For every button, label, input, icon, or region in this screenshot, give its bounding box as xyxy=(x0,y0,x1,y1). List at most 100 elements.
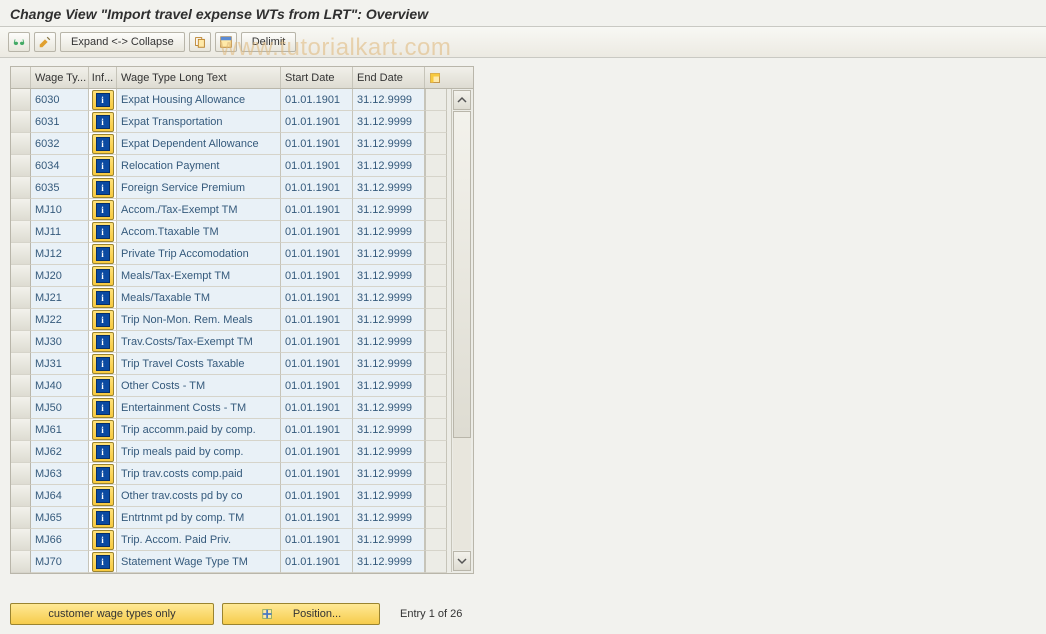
row-selector[interactable] xyxy=(11,287,31,309)
info-button[interactable]: i xyxy=(92,266,114,286)
cell-wage-type[interactable]: MJ64 xyxy=(31,485,89,507)
scroll-down-button[interactable] xyxy=(453,551,471,571)
row-selector[interactable] xyxy=(11,243,31,265)
cell-end-date[interactable]: 31.12.9999 xyxy=(353,221,425,243)
cell-end-date[interactable]: 31.12.9999 xyxy=(353,485,425,507)
info-button[interactable]: i xyxy=(92,332,114,352)
cell-wage-type[interactable]: MJ65 xyxy=(31,507,89,529)
expand-collapse-button[interactable]: Expand <-> Collapse xyxy=(60,32,185,52)
cell-end-date[interactable]: 31.12.9999 xyxy=(353,419,425,441)
cell-long-text[interactable]: Entrtnmt pd by comp. TM xyxy=(117,507,281,529)
cell-wage-type[interactable]: 6034 xyxy=(31,155,89,177)
cell-long-text[interactable]: Expat Transportation xyxy=(117,111,281,133)
cell-wage-type[interactable]: MJ70 xyxy=(31,551,89,573)
header-info[interactable]: Inf... xyxy=(89,67,117,88)
cell-wage-type[interactable]: MJ62 xyxy=(31,441,89,463)
row-selector[interactable] xyxy=(11,309,31,331)
cell-long-text[interactable]: Expat Dependent Allowance xyxy=(117,133,281,155)
cell-start-date[interactable]: 01.01.1901 xyxy=(281,441,353,463)
cell-long-text[interactable]: Meals/Taxable TM xyxy=(117,287,281,309)
row-selector[interactable] xyxy=(11,353,31,375)
cell-start-date[interactable]: 01.01.1901 xyxy=(281,331,353,353)
cell-wage-type[interactable]: MJ30 xyxy=(31,331,89,353)
row-selector[interactable] xyxy=(11,507,31,529)
cell-wage-type[interactable]: MJ61 xyxy=(31,419,89,441)
cell-end-date[interactable]: 31.12.9999 xyxy=(353,89,425,111)
delimit-button[interactable]: Delimit xyxy=(241,32,297,52)
cell-long-text[interactable]: Private Trip Accomodation xyxy=(117,243,281,265)
cell-long-text[interactable]: Meals/Tax-Exempt TM xyxy=(117,265,281,287)
cell-wage-type[interactable]: MJ21 xyxy=(31,287,89,309)
cell-start-date[interactable]: 01.01.1901 xyxy=(281,485,353,507)
info-button[interactable]: i xyxy=(92,156,114,176)
cell-long-text[interactable]: Trip. Accom. Paid Priv. xyxy=(117,529,281,551)
cell-long-text[interactable]: Statement Wage Type TM xyxy=(117,551,281,573)
cell-end-date[interactable]: 31.12.9999 xyxy=(353,397,425,419)
row-selector[interactable] xyxy=(11,463,31,485)
cell-start-date[interactable]: 01.01.1901 xyxy=(281,375,353,397)
info-button[interactable]: i xyxy=(92,244,114,264)
cell-start-date[interactable]: 01.01.1901 xyxy=(281,221,353,243)
cell-wage-type[interactable]: MJ10 xyxy=(31,199,89,221)
cell-start-date[interactable]: 01.01.1901 xyxy=(281,89,353,111)
cell-long-text[interactable]: Trip trav.costs comp.paid xyxy=(117,463,281,485)
cell-end-date[interactable]: 31.12.9999 xyxy=(353,529,425,551)
cell-wage-type[interactable]: MJ12 xyxy=(31,243,89,265)
cell-start-date[interactable]: 01.01.1901 xyxy=(281,353,353,375)
cell-wage-type[interactable]: MJ20 xyxy=(31,265,89,287)
info-button[interactable]: i xyxy=(92,398,114,418)
cell-long-text[interactable]: Foreign Service Premium xyxy=(117,177,281,199)
cell-end-date[interactable]: 31.12.9999 xyxy=(353,265,425,287)
cell-wage-type[interactable]: MJ66 xyxy=(31,529,89,551)
row-selector[interactable] xyxy=(11,375,31,397)
info-button[interactable]: i xyxy=(92,310,114,330)
position-button[interactable]: Position... xyxy=(222,603,380,625)
cell-wage-type[interactable]: MJ31 xyxy=(31,353,89,375)
info-button[interactable]: i xyxy=(92,442,114,462)
header-start-date[interactable]: Start Date xyxy=(281,67,353,88)
row-selector[interactable] xyxy=(11,199,31,221)
info-button[interactable]: i xyxy=(92,530,114,550)
cell-start-date[interactable]: 01.01.1901 xyxy=(281,199,353,221)
cell-start-date[interactable]: 01.01.1901 xyxy=(281,287,353,309)
cell-long-text[interactable]: Other trav.costs pd by co xyxy=(117,485,281,507)
header-end-date[interactable]: End Date xyxy=(353,67,425,88)
cell-end-date[interactable]: 31.12.9999 xyxy=(353,331,425,353)
info-button[interactable]: i xyxy=(92,420,114,440)
cell-long-text[interactable]: Accom.Ttaxable TM xyxy=(117,221,281,243)
row-selector[interactable] xyxy=(11,397,31,419)
cell-end-date[interactable]: 31.12.9999 xyxy=(353,441,425,463)
cell-end-date[interactable]: 31.12.9999 xyxy=(353,199,425,221)
info-button[interactable]: i xyxy=(92,112,114,132)
cell-end-date[interactable]: 31.12.9999 xyxy=(353,177,425,199)
vertical-scrollbar[interactable] xyxy=(451,89,472,572)
row-selector[interactable] xyxy=(11,133,31,155)
cell-start-date[interactable]: 01.01.1901 xyxy=(281,265,353,287)
cell-wage-type[interactable]: MJ22 xyxy=(31,309,89,331)
cell-end-date[interactable]: 31.12.9999 xyxy=(353,375,425,397)
select-button[interactable] xyxy=(34,32,56,52)
row-selector[interactable] xyxy=(11,265,31,287)
cell-long-text[interactable]: Trip Travel Costs Taxable xyxy=(117,353,281,375)
row-selector[interactable] xyxy=(11,221,31,243)
cell-end-date[interactable]: 31.12.9999 xyxy=(353,133,425,155)
info-button[interactable]: i xyxy=(92,354,114,374)
scroll-track[interactable] xyxy=(453,111,471,550)
cell-start-date[interactable]: 01.01.1901 xyxy=(281,419,353,441)
cell-end-date[interactable]: 31.12.9999 xyxy=(353,287,425,309)
cell-end-date[interactable]: 31.12.9999 xyxy=(353,309,425,331)
info-button[interactable]: i xyxy=(92,222,114,242)
info-button[interactable]: i xyxy=(92,486,114,506)
row-selector[interactable] xyxy=(11,529,31,551)
cell-long-text[interactable]: Entertainment Costs - TM xyxy=(117,397,281,419)
scroll-thumb[interactable] xyxy=(453,111,471,438)
info-button[interactable]: i xyxy=(92,508,114,528)
row-selector[interactable] xyxy=(11,177,31,199)
cell-long-text[interactable]: Relocation Payment xyxy=(117,155,281,177)
cell-wage-type[interactable]: MJ11 xyxy=(31,221,89,243)
cell-start-date[interactable]: 01.01.1901 xyxy=(281,155,353,177)
info-button[interactable]: i xyxy=(92,376,114,396)
cell-start-date[interactable]: 01.01.1901 xyxy=(281,463,353,485)
cell-long-text[interactable]: Expat Housing Allowance xyxy=(117,89,281,111)
copy-button[interactable] xyxy=(189,32,211,52)
